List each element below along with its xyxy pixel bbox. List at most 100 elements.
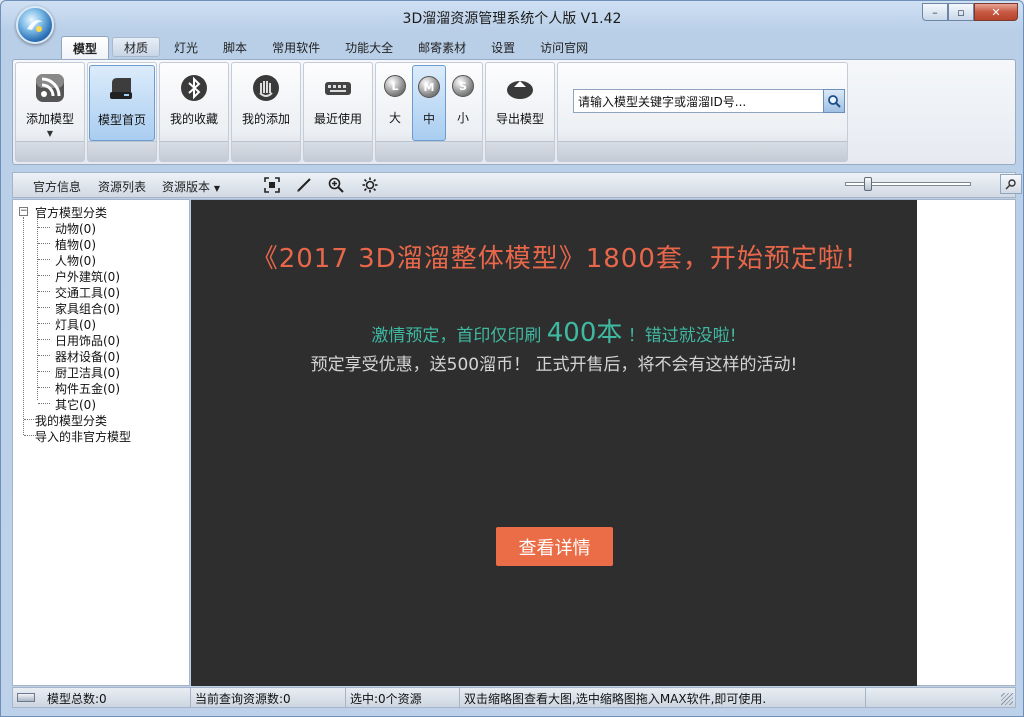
main-tabs: 模型 材质 灯光 脚本 常用软件 功能大全 邮寄素材 设置 访问官网 [61, 36, 602, 60]
tree-item-decor[interactable]: 日用饰品(0) [55, 332, 120, 349]
ribbon-group-home: 模型首页 [87, 62, 157, 162]
status-total: 模型总数:0 [13, 688, 191, 707]
pin-button[interactable] [1000, 174, 1022, 194]
tree-item-animals[interactable]: 动物(0) [55, 220, 96, 237]
status-bar: 模型总数:0 当前查询资源数:0 选中:0个资源 双击缩略图查看大图,选中缩略图… [12, 687, 1016, 708]
sub-toolbar: 官方信息 资源列表 资源版本 ▼ [12, 172, 1022, 198]
resource-list-link[interactable]: 资源列表 [98, 178, 146, 195]
banner-subtitle: 激情预定，首印仅印刷 400本 ！错过就没啦! [191, 312, 917, 349]
chevron-down-icon: ▼ [213, 184, 220, 193]
tab-model[interactable]: 模型 [61, 36, 110, 60]
search-button[interactable] [823, 89, 845, 113]
category-tree: − 官方模型分类 动物(0) 植物(0) 人物(0) 户外建筑(0) 交通工具(… [12, 199, 190, 686]
add-model-button[interactable]: 添加模型 ▼ [17, 65, 83, 141]
pen-icon[interactable] [295, 176, 313, 194]
view-details-button[interactable]: 查看详情 [496, 527, 613, 566]
tab-visit-site[interactable]: 访问官网 [529, 36, 599, 58]
resource-version-dropdown[interactable]: 资源版本 ▼ [162, 178, 220, 195]
ribbon-group-export: 导出模型 [485, 62, 555, 162]
preview-pane [917, 199, 1016, 686]
size-small-label: 小 [456, 111, 469, 125]
tab-script[interactable]: 脚本 [212, 36, 258, 58]
model-home-button[interactable]: 模型首页 [89, 65, 155, 141]
settings-gear-icon[interactable] [361, 176, 379, 194]
size-large-icon: L [384, 75, 406, 97]
slider-thumb[interactable] [864, 177, 872, 191]
ribbon-group-recent: 最近使用 [303, 62, 373, 162]
tab-lighting[interactable]: 灯光 [163, 36, 209, 58]
status-hint: 双击缩略图查看大图,选中缩略图拖入MAX软件,即可使用. [460, 688, 866, 707]
promo-banner: 《2017 3D溜溜整体模型》1800套，开始预定啦! 激情预定，首印仅印刷 4… [191, 199, 917, 686]
tree-item-vehicles[interactable]: 交通工具(0) [55, 284, 120, 301]
ribbon-group-size: L 大 M 中 S 小 [375, 62, 483, 162]
rss-icon [33, 71, 67, 105]
chevron-down-icon: ▼ [46, 129, 54, 138]
my-favorites-label: 我的收藏 [169, 112, 218, 126]
tree-item-people[interactable]: 人物(0) [55, 252, 96, 269]
collapse-icon[interactable]: − [19, 207, 28, 216]
tab-settings[interactable]: 设置 [480, 36, 526, 58]
banner-subtitle-pre: 激情预定，首印仅印刷 [371, 326, 542, 346]
my-added-button[interactable]: 我的添加 [233, 65, 299, 141]
banner-title: 《2017 3D溜溜整体模型》1800套，开始预定啦! [251, 244, 857, 274]
ribbon: 添加模型 ▼ 模型首页 我的收藏 我的添加 最近使用 L 大 M 中 S 小 导… [12, 59, 1016, 165]
export-model-label: 导出模型 [495, 112, 544, 126]
tree-my-categories[interactable]: 我的模型分类 [35, 412, 107, 429]
banner-subtitle-post: ！错过就没啦! [627, 326, 737, 346]
window-title: 3D溜溜资源管理系统个人版 V1.42 [402, 11, 622, 27]
app-window: 3D溜溜资源管理系统个人版 V1.42 – ▫ ✕ 模型 材质 灯光 脚本 常用… [0, 0, 1024, 717]
ribbon-group-added: 我的添加 [231, 62, 301, 162]
size-small-icon: S [452, 75, 474, 97]
ribbon-group-add: 添加模型 ▼ [15, 62, 85, 162]
my-added-label: 我的添加 [241, 112, 290, 126]
tree-item-equipment[interactable]: 器材设备(0) [55, 348, 120, 365]
app-logo-icon[interactable] [16, 6, 54, 44]
minimize-icon: – [932, 5, 938, 19]
hand-icon [249, 71, 283, 105]
tab-mail-assets[interactable]: 邮寄素材 [407, 36, 477, 58]
size-large-label: 大 [388, 111, 401, 125]
tree-item-other[interactable]: 其它(0) [55, 396, 96, 413]
status-query-count: 当前查询资源数:0 [191, 688, 346, 707]
search-icon [828, 95, 841, 108]
tree-item-lamps[interactable]: 灯具(0) [55, 316, 96, 333]
tree-imported-models[interactable]: 导入的非官方模型 [35, 428, 131, 445]
banner-subtitle-highlight: 400本 [546, 318, 623, 348]
tree-item-furniture-sets[interactable]: 家具组合(0) [55, 300, 120, 317]
banner-offer-text: 预定享受优惠，送500溜币！ 正式开售后，将不会有这样的活动! [310, 355, 798, 375]
tree-root-official[interactable]: 官方模型分类 [35, 204, 107, 221]
recent-button[interactable]: 最近使用 [305, 65, 371, 141]
recent-label: 最近使用 [313, 112, 362, 126]
status-selected: 选中:0个资源 [346, 688, 460, 707]
tab-material[interactable]: 材质 [112, 37, 161, 57]
resize-grip-icon[interactable] [1001, 693, 1013, 705]
size-large-button[interactable]: L 大 [378, 65, 412, 141]
close-button[interactable]: ✕ [974, 3, 1018, 21]
minimize-button[interactable]: – [922, 3, 948, 21]
tree-item-hardware[interactable]: 构件五金(0) [55, 380, 120, 397]
title-bar: 3D溜溜资源管理系统个人版 V1.42 – ▫ ✕ [1, 1, 1023, 44]
fit-screen-icon[interactable] [263, 176, 281, 194]
tree-item-kitchen-bath[interactable]: 厨卫洁具(0) [55, 364, 120, 381]
tree-item-outdoor-buildings[interactable]: 户外建筑(0) [55, 268, 120, 285]
official-info-link[interactable]: 官方信息 [33, 178, 81, 195]
my-favorites-button[interactable]: 我的收藏 [161, 65, 227, 141]
bluetooth-icon [177, 71, 211, 105]
ribbon-group-favorites: 我的收藏 [159, 62, 229, 162]
export-icon [503, 71, 537, 105]
add-model-label: 添加模型 [25, 112, 74, 126]
size-small-button[interactable]: S 小 [446, 65, 480, 141]
zoom-in-icon[interactable] [327, 176, 345, 194]
status-total-text: 模型总数:0 [47, 692, 107, 706]
size-medium-button[interactable]: M 中 [412, 65, 446, 141]
model-home-label: 模型首页 [97, 113, 146, 127]
tab-functions[interactable]: 功能大全 [334, 36, 404, 58]
tab-common-software[interactable]: 常用软件 [261, 36, 331, 58]
export-model-button[interactable]: 导出模型 [487, 65, 553, 141]
tree-item-plants[interactable]: 植物(0) [55, 236, 96, 253]
size-medium-label: 中 [422, 112, 435, 126]
search-input[interactable]: 请输入模型关键字或溜溜ID号... [573, 89, 825, 113]
size-medium-icon: M [418, 76, 440, 98]
maximize-button[interactable]: ▫ [948, 3, 974, 21]
keyboard-icon [321, 71, 355, 105]
